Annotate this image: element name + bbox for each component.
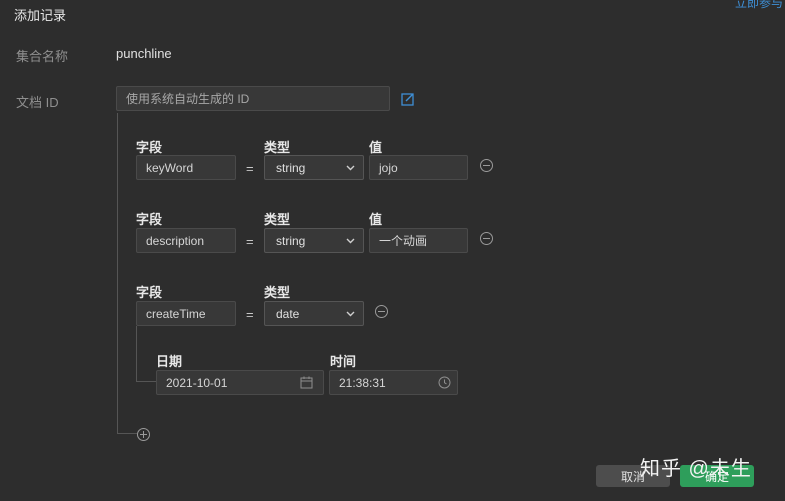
add-field-icon[interactable]	[137, 428, 150, 441]
dialog-title: 添加记录	[14, 8, 67, 23]
field-value-input[interactable]: 一个动画	[369, 228, 468, 253]
type-select-value: date	[276, 306, 300, 321]
type-header: 类型	[264, 285, 291, 300]
calendar-icon	[300, 376, 313, 389]
field-name-input[interactable]: createTime	[136, 301, 236, 326]
equals-sign: =	[246, 307, 254, 322]
equals-sign: =	[246, 161, 254, 176]
chevron-down-icon	[346, 311, 355, 316]
type-select[interactable]: string	[264, 155, 364, 180]
field-name-input[interactable]: keyWord	[136, 155, 236, 180]
type-select-value: string	[276, 233, 306, 248]
doc-id-label: 文档 ID	[16, 95, 59, 110]
type-select-value: string	[276, 160, 306, 175]
value-header: 值	[369, 140, 383, 155]
value-header: 值	[369, 212, 383, 227]
date-tree-line-end	[136, 381, 156, 382]
date-header: 日期	[156, 354, 183, 369]
time-header: 时间	[330, 354, 357, 369]
field-header: 字段	[136, 140, 163, 155]
collection-value: punchline	[116, 46, 172, 61]
date-value: 2021-10-01	[166, 375, 228, 390]
time-picker[interactable]: 21:38:31	[329, 370, 458, 395]
type-header: 类型	[264, 140, 291, 155]
remove-field-icon[interactable]	[480, 159, 493, 172]
field-header: 字段	[136, 212, 163, 227]
date-tree-line	[136, 326, 137, 381]
tree-line	[117, 113, 118, 433]
doc-id-input[interactable]: 使用系统自动生成的 ID	[116, 86, 390, 111]
watermark: 知乎 @未生	[640, 458, 752, 480]
tree-line-end	[117, 433, 137, 434]
field-header: 字段	[136, 285, 163, 300]
collection-label: 集合名称	[16, 49, 69, 64]
chevron-down-icon	[346, 165, 355, 170]
chevron-down-icon	[346, 238, 355, 243]
time-value: 21:38:31	[339, 375, 386, 390]
remove-field-icon[interactable]	[375, 305, 388, 318]
type-header: 类型	[264, 212, 291, 227]
clock-icon	[438, 376, 451, 389]
equals-sign: =	[246, 234, 254, 249]
edit-icon[interactable]	[401, 92, 415, 106]
field-value-input[interactable]: jojo	[369, 155, 468, 180]
date-picker[interactable]: 2021-10-01	[156, 370, 324, 395]
top-link[interactable]: 立即参与	[735, 0, 783, 11]
field-name-input[interactable]: description	[136, 228, 236, 253]
type-select[interactable]: date	[264, 301, 364, 326]
remove-field-icon[interactable]	[480, 232, 493, 245]
type-select[interactable]: string	[264, 228, 364, 253]
